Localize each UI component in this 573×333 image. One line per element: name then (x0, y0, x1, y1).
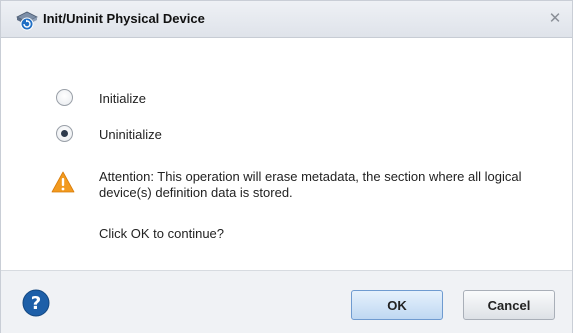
uninitialize-radio[interactable] (56, 125, 73, 142)
dialog-titlebar[interactable]: Init/Uninit Physical Device ✕ (1, 1, 572, 38)
dialog-footer: ? OK Cancel (1, 270, 572, 333)
initialize-label[interactable]: Initialize (99, 91, 146, 106)
dialog-title: Init/Uninit Physical Device (43, 11, 205, 26)
cancel-button[interactable]: Cancel (463, 290, 555, 320)
confirm-prompt: Click OK to continue? (99, 226, 225, 241)
svg-text:?: ? (31, 293, 41, 314)
init-uninit-dialog: Init/Uninit Physical Device ✕ Initialize… (0, 0, 573, 333)
help-icon[interactable]: ? (22, 289, 50, 317)
device-refresh-icon (16, 11, 38, 31)
warning-message: Attention: This operation will erase met… (99, 169, 522, 200)
ok-button[interactable]: OK (351, 290, 443, 320)
initialize-radio[interactable] (56, 89, 73, 106)
uninitialize-label[interactable]: Uninitialize (99, 127, 162, 142)
close-button[interactable]: ✕ (546, 10, 564, 28)
warning-icon (51, 171, 75, 193)
